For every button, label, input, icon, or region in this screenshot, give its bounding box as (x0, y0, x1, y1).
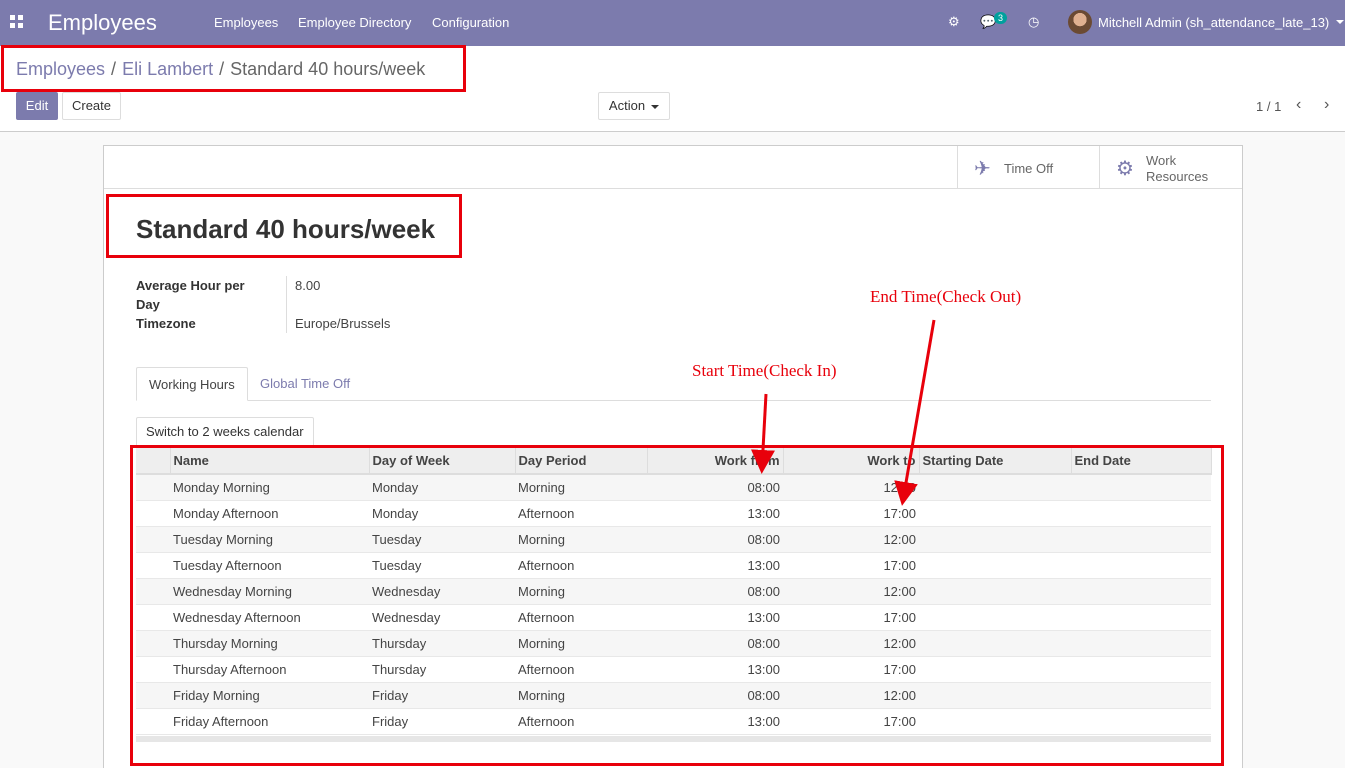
start-time-arrow (750, 393, 775, 474)
end-time-arrow (894, 319, 936, 506)
annotation-arrows (750, 319, 936, 506)
